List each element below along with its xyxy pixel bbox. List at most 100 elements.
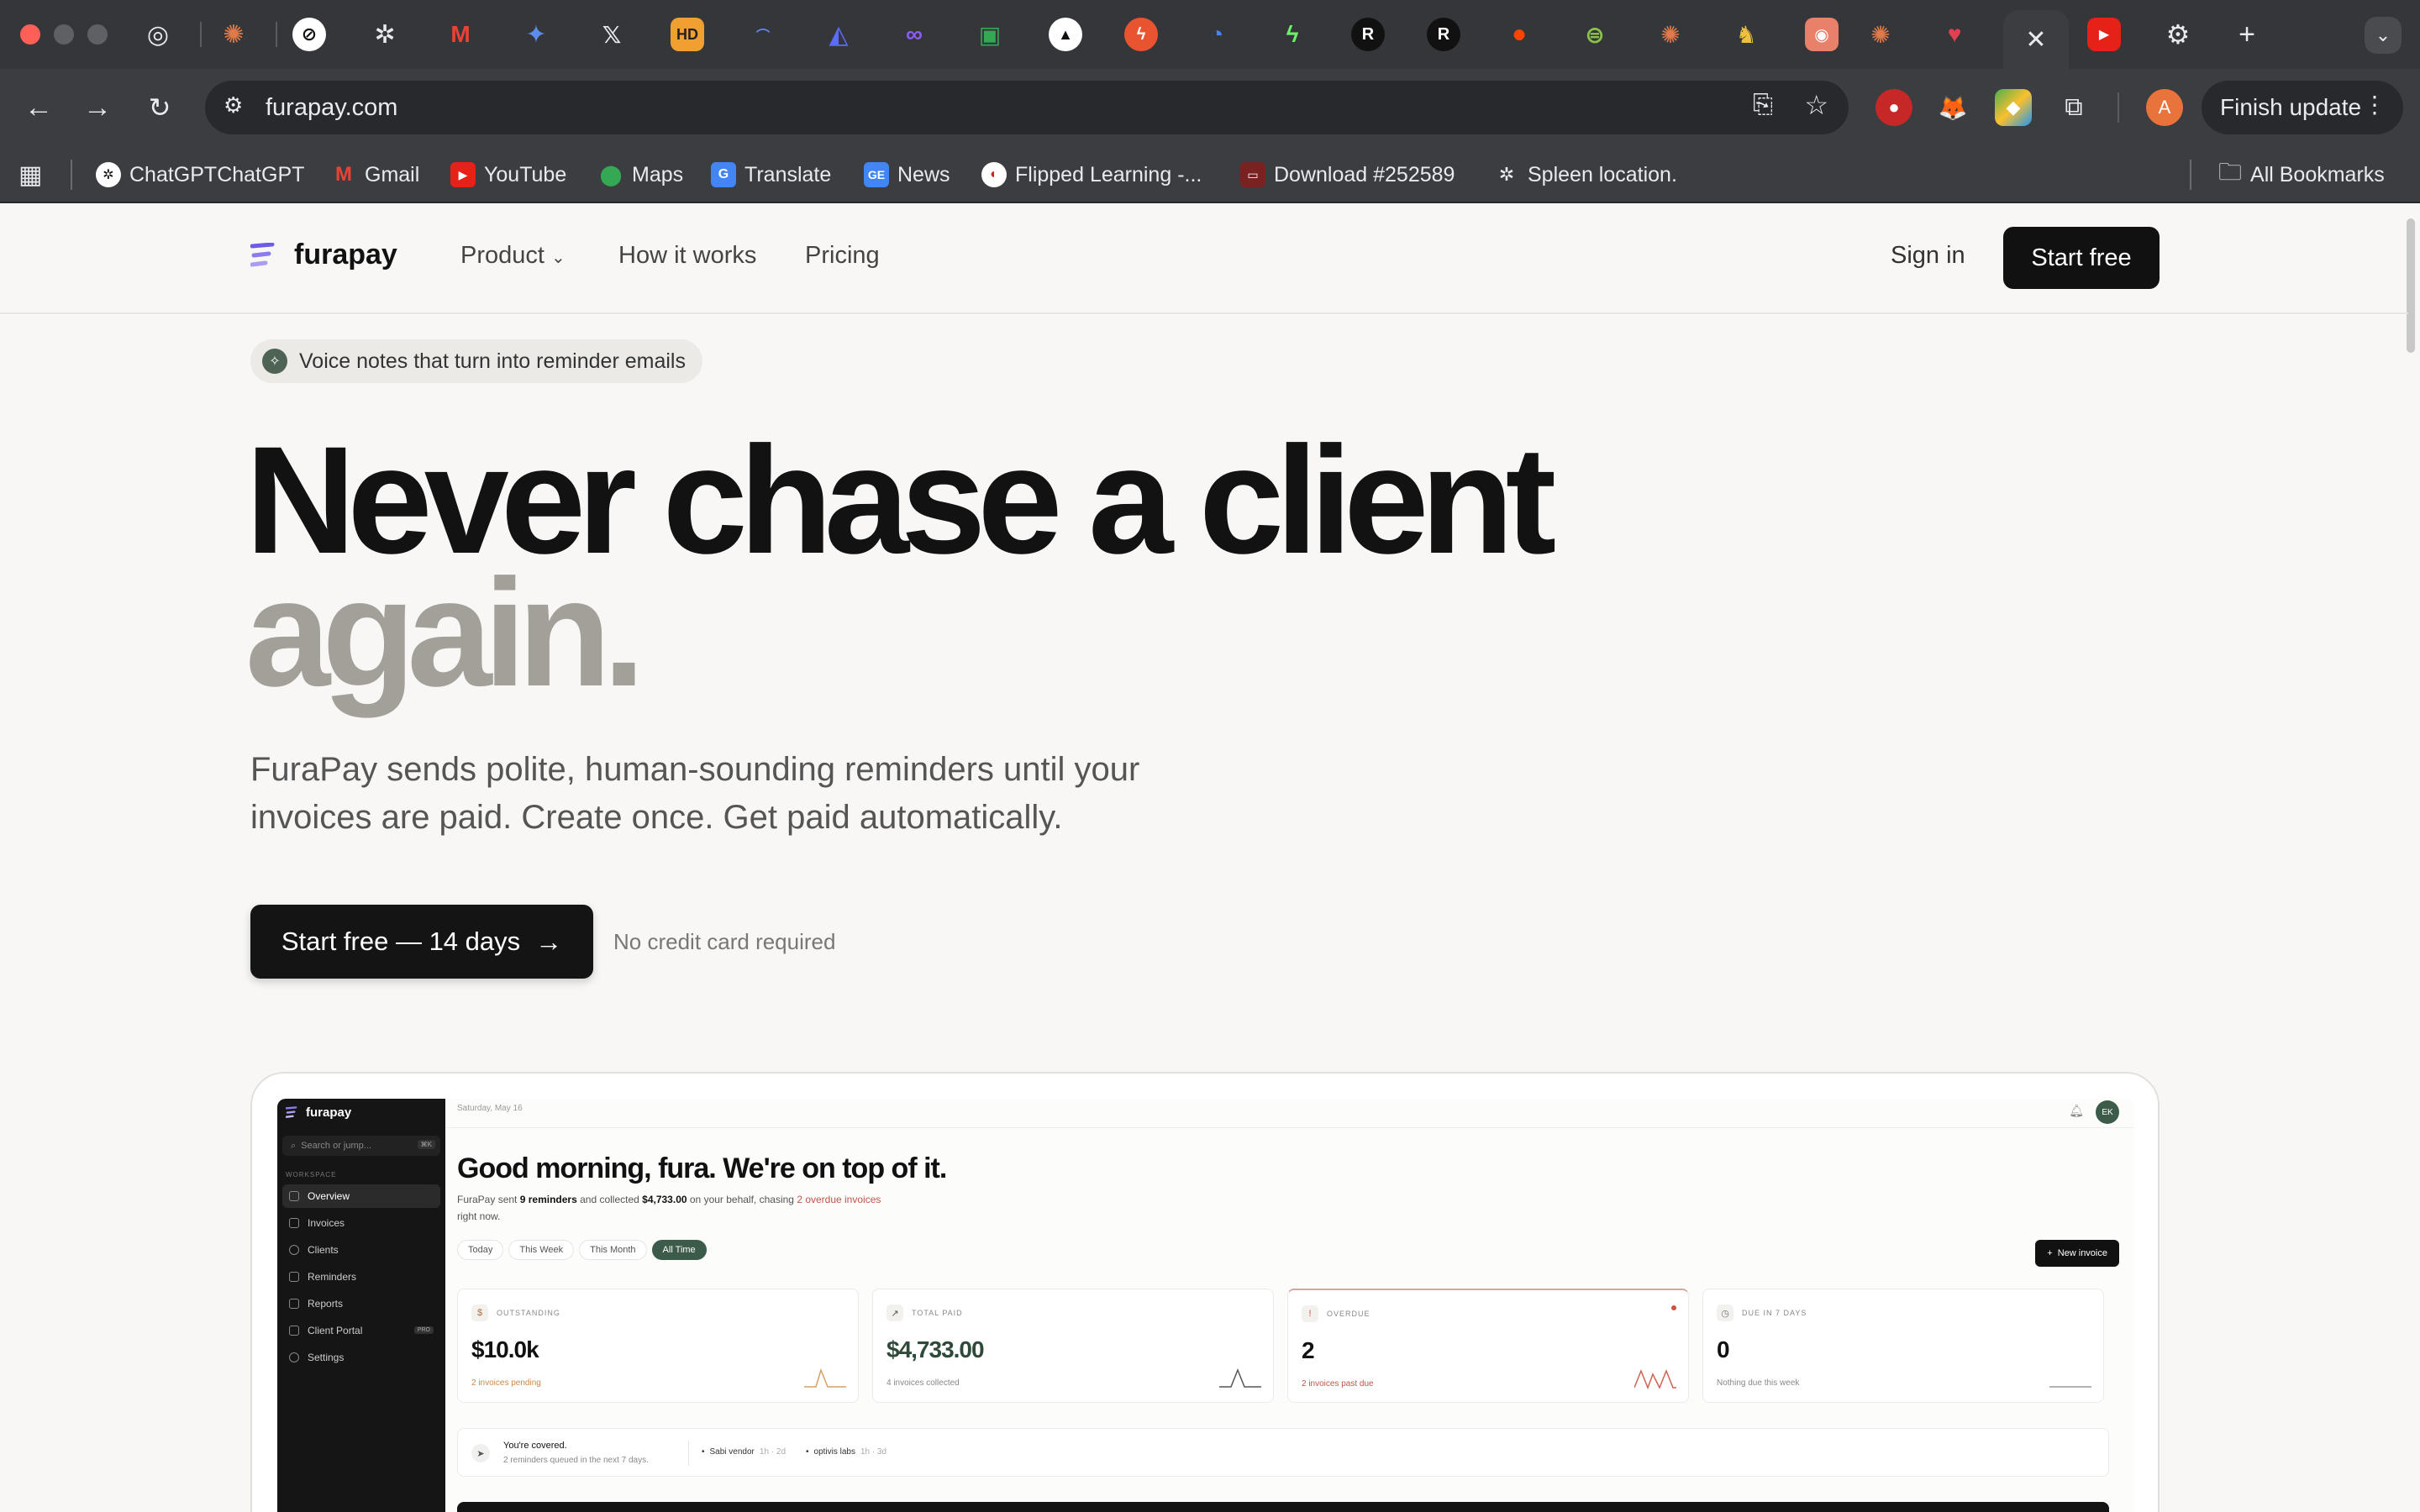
sidebar-item-clients[interactable]: Clients: [282, 1238, 440, 1262]
filter-this-week[interactable]: This Week: [508, 1240, 575, 1260]
apps-grid-icon[interactable]: ▦: [18, 160, 42, 190]
arc-tab-icon[interactable]: ◭: [822, 18, 855, 51]
minimize-window-button[interactable]: [54, 24, 74, 45]
profile-avatar[interactable]: A: [2146, 89, 2183, 126]
claude-tab-icon[interactable]: ✺: [217, 18, 250, 51]
bookmark-chatgpt[interactable]: ✲ ChatGPTChatGPT: [96, 160, 304, 190]
stat-card-overdue[interactable]: ! OVERDUE 2 2 invoices past due: [1287, 1289, 1689, 1403]
kebab-menu-icon[interactable]: ⋮: [2363, 91, 2386, 118]
nav-pricing[interactable]: Pricing: [805, 242, 880, 270]
finish-update-button[interactable]: Finish update ⋮: [2202, 81, 2403, 134]
logo-text[interactable]: furapay: [294, 239, 397, 271]
replicate-tab-icon-2[interactable]: R: [1427, 18, 1460, 51]
tab-icon[interactable]: ⊜: [1578, 18, 1612, 51]
chrome-tab-icon[interactable]: ◎: [141, 18, 175, 51]
sidebar-item-invoices[interactable]: Invoices: [282, 1211, 440, 1235]
bookmark-separator: [71, 160, 72, 190]
gmail-tab-icon[interactable]: M: [444, 18, 477, 51]
bookmark-news[interactable]: GE News: [864, 160, 950, 190]
youtube-tab-icon[interactable]: ▶: [2087, 18, 2121, 51]
bolt-tab-icon[interactable]: ϟ: [1124, 18, 1158, 51]
vercel-tab-icon[interactable]: ▲: [1049, 18, 1082, 51]
bookmark-separator: [2190, 160, 2191, 190]
install-app-icon[interactable]: ⎘: [1753, 91, 1773, 119]
avatar[interactable]: EK: [2096, 1100, 2119, 1124]
stat-card-due-7-days[interactable]: ◷ DUE IN 7 DAYS 0 Nothing due this week: [1702, 1289, 2104, 1403]
search-icon: ⌕: [291, 1140, 297, 1151]
bolt-new-tab-icon[interactable]: ϟ: [1276, 18, 1309, 51]
stat-value: 2: [1302, 1337, 1315, 1363]
filter-all-time[interactable]: All Time: [651, 1240, 707, 1260]
filter-today[interactable]: Today: [457, 1240, 504, 1260]
bookmark-translate[interactable]: G Translate: [711, 160, 831, 190]
furapay-logo-icon[interactable]: [250, 243, 279, 270]
tab-icon[interactable]: ♞: [1729, 18, 1763, 51]
extension-icon[interactable]: ●: [1876, 89, 1912, 126]
analytics-tab-icon[interactable]: ◔: [1200, 18, 1234, 51]
tab-search-button[interactable]: ⌄: [2365, 17, 2402, 54]
nav-how-it-works[interactable]: How it works: [618, 242, 756, 270]
bell-icon[interactable]: 🔔︎: [2069, 1104, 2084, 1118]
address-bar[interactable]: ⚙ furapay.com ⎘ ☆: [205, 81, 1849, 134]
sidebar-item-reports[interactable]: Reports: [282, 1292, 440, 1315]
extensions-puzzle-icon[interactable]: ⧉: [2055, 89, 2092, 126]
reminder-queue-banner: ➤ You're covered. 2 reminders queued in …: [457, 1428, 2109, 1477]
extension-icon[interactable]: ◆: [1995, 89, 2032, 126]
claude-tab-icon-3[interactable]: ✺: [1864, 18, 1897, 51]
gemini-tab-icon[interactable]: ✦: [519, 18, 553, 51]
queue-chip[interactable]: • Sabi vendor 1h · 2d: [702, 1447, 786, 1457]
url-text[interactable]: furapay.com: [266, 94, 397, 122]
start-free-button[interactable]: Start free: [2003, 227, 2160, 289]
close-tab-icon[interactable]: ✕: [2025, 25, 2046, 55]
nav-product[interactable]: Product ⌄: [460, 242, 566, 270]
bookmark-flipped-learning[interactable]: ◐ Flipped Learning -...: [981, 160, 1202, 190]
x-tab-icon[interactable]: 𝕏: [595, 18, 629, 51]
link-tab-icon[interactable]: ∞: [897, 18, 931, 51]
tab-icon[interactable]: ⌒: [746, 18, 780, 51]
chatgpt-tab-icon[interactable]: ✲: [368, 18, 402, 51]
back-button[interactable]: ←: [18, 87, 59, 128]
close-window-button[interactable]: [20, 24, 40, 45]
settings-tab-icon[interactable]: ⚙: [2161, 18, 2195, 51]
sidebar-item-client-portal[interactable]: Client Portal PRO: [282, 1319, 440, 1342]
all-bookmarks[interactable]: 🗀 All Bookmarks: [2218, 159, 2385, 190]
reddit-tab-icon[interactable]: ●: [1502, 18, 1536, 51]
translate-icon: G: [711, 162, 736, 187]
meet-tab-icon[interactable]: ▣: [973, 18, 1007, 51]
queue-chip[interactable]: • optivis labs 1h · 3d: [806, 1447, 886, 1457]
chatgpt-icon: ✲: [96, 162, 121, 187]
dashboard-search-input[interactable]: ⌕ Search or jump... ⌘K: [282, 1136, 440, 1156]
start-free-trial-button[interactable]: Start free — 14 days →: [250, 905, 593, 979]
bookmark-youtube[interactable]: ▶ YouTube: [450, 160, 566, 190]
hd-tab-icon[interactable]: HD: [671, 18, 704, 51]
bookmark-gmail[interactable]: M Gmail: [331, 160, 419, 190]
claude-tab-icon-2[interactable]: ✺: [1654, 18, 1687, 51]
bookmark-download[interactable]: ▭ Download #252589: [1240, 160, 1455, 190]
summary-text: and collected: [576, 1194, 643, 1205]
maximize-window-button[interactable]: [87, 24, 108, 45]
new-invoice-button[interactable]: + New invoice: [2035, 1240, 2119, 1267]
site-info-icon[interactable]: ⚙: [224, 92, 243, 118]
perplexity-tab-icon[interactable]: ⊘: [292, 18, 326, 51]
replicate-tab-icon[interactable]: R: [1351, 18, 1385, 51]
stat-card-outstanding[interactable]: $ OUTSTANDING $10.0k 2 invoices pending: [457, 1289, 859, 1403]
new-tab-button[interactable]: +: [2230, 18, 2264, 51]
bookmark-star-icon[interactable]: ☆: [1804, 89, 1828, 121]
forward-button[interactable]: →: [77, 87, 118, 128]
reload-button[interactable]: ↻: [139, 87, 180, 128]
sign-in-link[interactable]: Sign in: [1891, 242, 1965, 270]
tab-icon[interactable]: ◉: [1805, 18, 1839, 51]
sidebar-item-overview[interactable]: Overview: [282, 1184, 440, 1208]
bookmark-label: Maps: [632, 162, 684, 186]
stat-card-total-paid[interactable]: ↗ TOTAL PAID $4,733.00 4 invoices collec…: [872, 1289, 1274, 1403]
sidebar-item-reminders[interactable]: Reminders: [282, 1265, 440, 1289]
sidebar-item-settings[interactable]: Settings: [282, 1346, 440, 1369]
bookmark-label: ChatGPTChatGPT: [129, 162, 305, 186]
summary-overdue[interactable]: 2 overdue invoices: [797, 1194, 881, 1205]
tab-icon[interactable]: ♥: [1938, 18, 1971, 51]
filter-this-month[interactable]: This Month: [579, 1240, 647, 1260]
active-tab[interactable]: ✕: [2003, 10, 2069, 69]
metamask-extension-icon[interactable]: 🦊: [1934, 89, 1971, 126]
bookmark-maps[interactable]: ⬤ Maps: [598, 160, 684, 190]
bookmark-spleen[interactable]: ✲ Spleen location.: [1494, 160, 1677, 190]
